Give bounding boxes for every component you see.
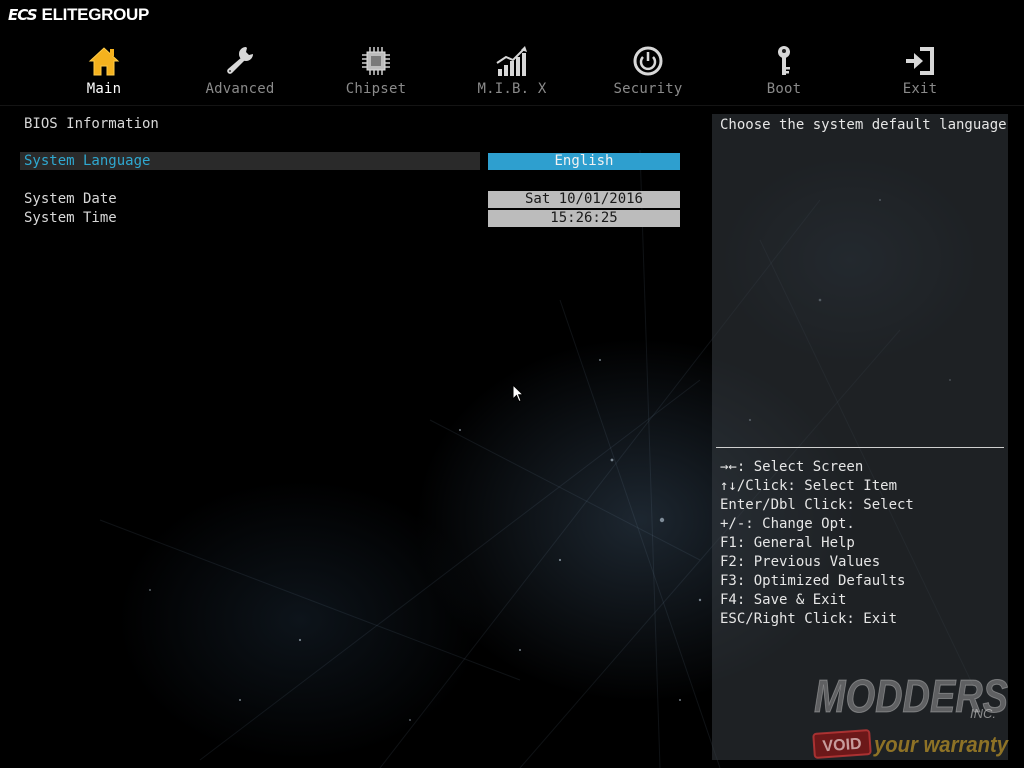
exit-door-icon: [906, 47, 934, 75]
power-lock-icon: [633, 46, 663, 76]
chip-icon: [362, 47, 390, 75]
tab-label: Advanced: [205, 81, 275, 97]
brand-mark: ECS: [8, 6, 38, 24]
item-help-text: Choose the system default language: [720, 117, 1007, 133]
top-navigation: Main Advanced Chipset M.I.B. X Security …: [36, 40, 988, 100]
key-legend-item: +/-: Change Opt.: [720, 516, 855, 532]
key-legend-item: →←: Select Screen: [720, 459, 864, 475]
key-legend-item: F4: Save & Exit: [720, 592, 847, 608]
tab-label: Boot: [766, 81, 802, 97]
system-date-label[interactable]: System Date: [24, 191, 117, 207]
ecs-elitegroup-logo: ECS ELITEGROUP: [8, 4, 149, 26]
key-legend-item: ESC/Right Click: Exit: [720, 611, 898, 627]
key-legend: →←: Select Screen ↑↓/Click: Select Item …: [720, 458, 914, 629]
tab-boot[interactable]: Boot: [716, 40, 852, 98]
tab-label: M.I.B. X: [477, 81, 547, 97]
system-time-value[interactable]: 15:26:25: [488, 210, 680, 227]
tab-advanced[interactable]: Advanced: [172, 40, 308, 98]
tab-chipset[interactable]: Chipset: [308, 40, 444, 98]
brand-name: ELITEGROUP: [41, 5, 150, 24]
main-settings-panel: BIOS Information System Language English…: [0, 110, 700, 310]
tab-label: Chipset: [345, 81, 407, 97]
mouse-cursor-icon: [512, 384, 524, 403]
wrench-icon: [227, 47, 253, 74]
home-icon: [88, 47, 120, 76]
tab-label: Main: [86, 81, 122, 97]
key-icon: [778, 46, 790, 75]
tab-main[interactable]: Main: [36, 40, 172, 98]
header-divider: [0, 105, 1024, 106]
key-legend-item: Enter/Dbl Click: Select: [720, 497, 914, 513]
help-panel: Choose the system default language →←: S…: [712, 114, 1008, 760]
tab-exit[interactable]: Exit: [852, 40, 988, 98]
system-time-label[interactable]: System Time: [24, 210, 117, 226]
system-language-value[interactable]: English: [488, 153, 680, 170]
tab-security[interactable]: Security: [580, 40, 716, 98]
key-legend-item: F2: Previous Values: [720, 554, 881, 570]
help-divider: [716, 447, 1004, 448]
tab-mib-x[interactable]: M.I.B. X: [444, 40, 580, 98]
key-legend-item: ↑↓/Click: Select Item: [720, 478, 898, 494]
performance-chart-icon: [496, 46, 527, 76]
key-legend-item: F1: General Help: [720, 535, 855, 551]
tab-label: Exit: [902, 81, 938, 97]
key-legend-item: F3: Optimized Defaults: [720, 573, 906, 589]
system-date-value[interactable]: Sat 10/01/2016: [488, 191, 680, 208]
system-language-label[interactable]: System Language: [24, 153, 150, 169]
tab-label: Security: [613, 81, 683, 97]
section-title: BIOS Information: [24, 116, 159, 132]
